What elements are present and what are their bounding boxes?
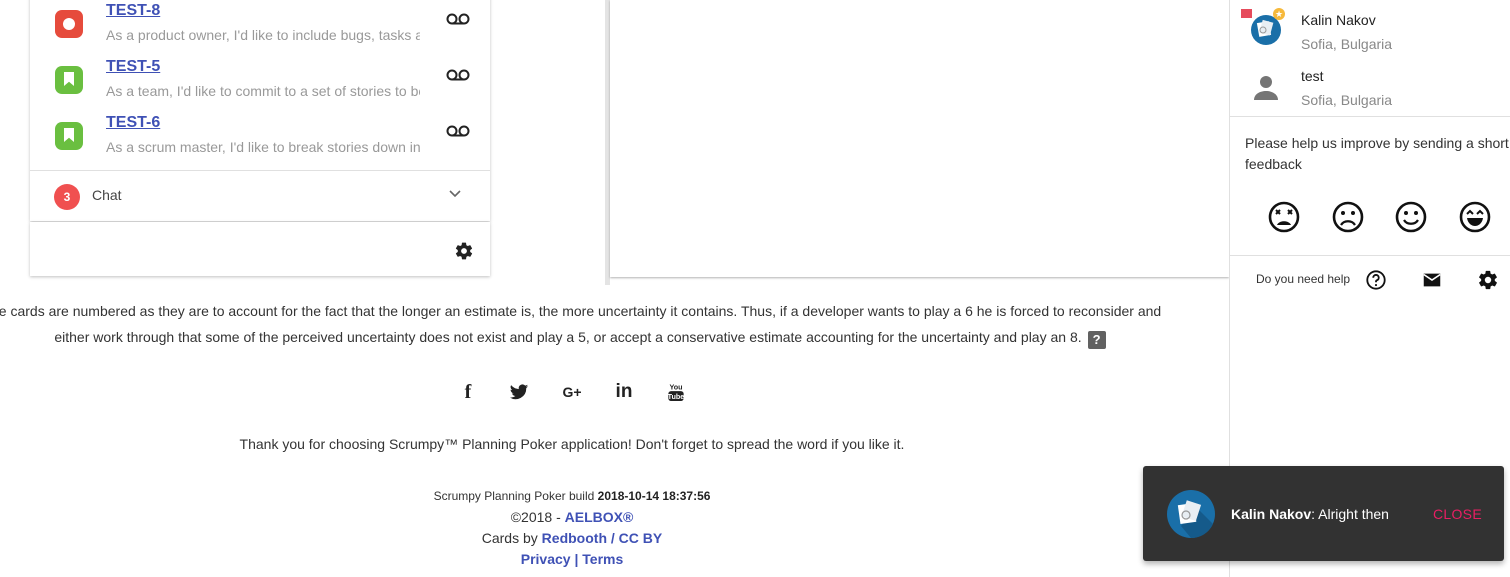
cards-credit-line: Cards by Redbooth / CC BY	[0, 530, 1144, 546]
gear-icon[interactable]	[454, 241, 474, 261]
google-plus-icon[interactable]: G+	[560, 380, 584, 404]
satisfied-icon[interactable]	[1394, 200, 1428, 234]
avatar: ★	[1241, 8, 1285, 45]
svg-text:Tube: Tube	[668, 392, 685, 401]
cards-by-text: Cards by	[481, 530, 542, 546]
build-label: Scrumpy Planning Poker build	[433, 489, 595, 503]
privacy-link[interactable]: Privacy	[521, 551, 571, 567]
person-icon	[1254, 76, 1278, 100]
toast-sender: Kalin Nakov	[1231, 506, 1312, 522]
cc-by-link[interactable]: CC BY	[619, 530, 663, 546]
redbooth-link[interactable]: Redbooth	[542, 530, 607, 546]
voicemail-icon[interactable]	[446, 12, 470, 26]
mail-icon[interactable]	[1421, 269, 1443, 291]
info-line-1: e cards are numbered as they are to acco…	[0, 303, 1162, 319]
chat-toast-notification: Kalin Nakov: Alright then CLOSE	[1143, 466, 1504, 561]
feedback-prompt: Please help us improve by sending a shor…	[1245, 135, 1509, 172]
chat-expander[interactable]: 3 Chat	[30, 170, 490, 221]
toast-close-button[interactable]: CLOSE	[1433, 506, 1482, 522]
legal-links: Privacy | Terms	[0, 551, 1144, 567]
twitter-icon[interactable]	[507, 380, 531, 404]
story-key-link[interactable]: TEST-6	[106, 114, 160, 132]
bug-icon	[55, 10, 83, 38]
estimate-info-text: e cards are numbered as they are to acco…	[0, 298, 1180, 350]
copyright-text: ©2018 -	[510, 509, 565, 525]
build-info: Scrumpy Planning Poker build 2018-10-14 …	[0, 489, 1144, 503]
story-item[interactable]: TEST-6 As a scrum master, I'd like to br…	[30, 114, 490, 170]
user-location: Sofia, Bulgaria	[1301, 92, 1393, 108]
youtube-icon[interactable]: You Tube	[664, 380, 688, 404]
chat-label: Chat	[92, 187, 122, 203]
settings-card	[30, 222, 490, 276]
story-bookmark-icon	[55, 122, 83, 150]
very-satisfied-icon[interactable]	[1458, 200, 1492, 234]
slash-separator: /	[607, 530, 619, 546]
build-timestamp: 2018-10-14 18:37:56	[597, 489, 711, 503]
user-list-item[interactable]: ★ Kalin Nakov Sofia, Bulgaria	[1230, 0, 1510, 56]
pipe-separator: |	[570, 551, 583, 567]
feedback-options	[1230, 200, 1510, 238]
help-question-icon[interactable]: ?	[1087, 331, 1106, 349]
linkedin-icon[interactable]: in	[612, 380, 636, 404]
story-description: As a team, I'd like to commit to a set o…	[106, 83, 420, 99]
story-item[interactable]: TEST-5 As a team, I'd like to commit to …	[30, 58, 490, 114]
toast-message: Kalin Nakov: Alright then	[1231, 506, 1389, 522]
settings-gear-icon[interactable]	[1477, 269, 1499, 291]
online-status-flag	[1241, 9, 1252, 18]
terms-link[interactable]: Terms	[582, 551, 623, 567]
divider	[1230, 255, 1510, 256]
user-location: Sofia, Bulgaria	[1301, 36, 1393, 52]
story-item[interactable]: TEST-8 As a product owner, I'd like to i…	[30, 2, 490, 58]
voicemail-icon[interactable]	[446, 68, 470, 82]
facebook-icon[interactable]: f	[456, 380, 480, 404]
user-name: Kalin Nakov	[1301, 12, 1376, 28]
chat-unread-badge: 3	[54, 184, 80, 210]
help-label: Do you need help	[1256, 272, 1351, 286]
very-dissatisfied-icon[interactable]	[1267, 200, 1301, 234]
story-description: As a product owner, I'd like to include …	[106, 27, 420, 43]
social-links: f G+ in You Tube	[450, 380, 690, 406]
info-line-2: either work through that some of the per…	[54, 329, 1082, 345]
user-list-item[interactable]: test Sofia, Bulgaria	[1230, 56, 1510, 112]
voicemail-icon[interactable]	[446, 124, 470, 138]
svg-text:You: You	[669, 382, 682, 391]
aelbox-link[interactable]: AELBOX®	[565, 509, 634, 525]
sender-avatar	[1167, 490, 1215, 538]
moderator-star-icon: ★	[1273, 8, 1285, 20]
chevron-down-icon[interactable]	[448, 187, 462, 201]
toast-text: : Alright then	[1311, 506, 1389, 522]
story-bookmark-icon	[55, 66, 83, 94]
main-board-panel	[610, 0, 1229, 277]
dissatisfied-icon[interactable]	[1331, 200, 1365, 234]
story-key-link[interactable]: TEST-8	[106, 2, 160, 20]
help-circle-icon[interactable]	[1365, 269, 1387, 291]
story-description: As a scrum master, I'd like to break sto…	[106, 139, 420, 155]
copyright-line: ©2018 - AELBOX®	[0, 509, 1144, 525]
thanks-message: Thank you for choosing Scrumpy™ Planning…	[239, 436, 905, 452]
stories-card: TEST-8 As a product owner, I'd like to i…	[30, 0, 490, 221]
user-name: test	[1301, 68, 1324, 84]
story-key-link[interactable]: TEST-5	[106, 58, 160, 76]
divider	[1230, 116, 1510, 117]
